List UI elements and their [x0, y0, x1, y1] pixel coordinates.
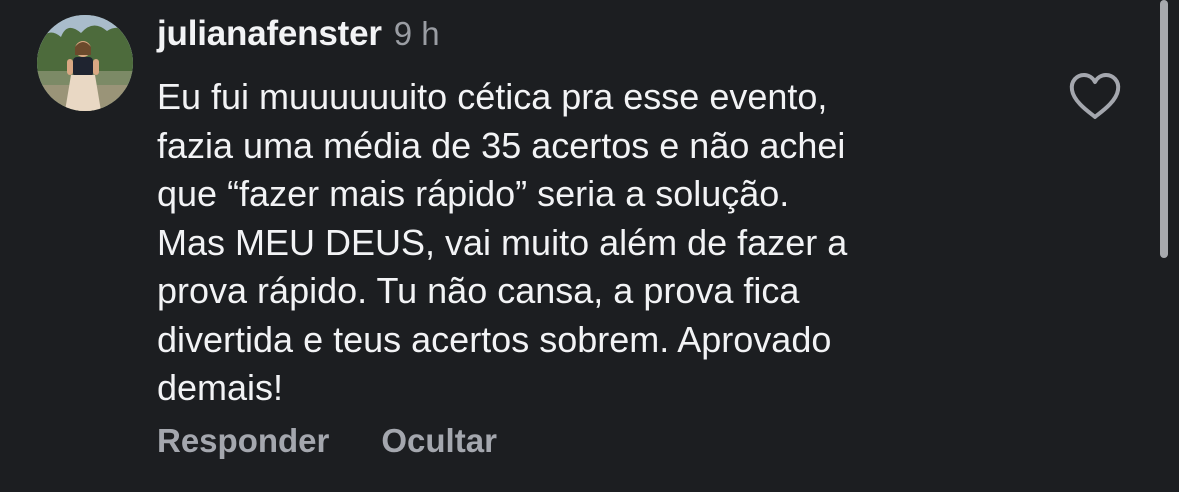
comment-text: Eu fui muuuuuuito cética pra esse evento… [157, 73, 1037, 413]
comment-text-line: divertida e teus acertos sobrem. Aprovad… [157, 318, 832, 360]
reply-button[interactable]: Responder [157, 422, 329, 460]
comment-header: julianafenster 9 h [157, 14, 440, 60]
avatar[interactable] [37, 15, 133, 111]
hide-button[interactable]: Ocultar [381, 422, 497, 460]
timestamp: 9 h [393, 15, 440, 52]
comment-text-line: fazia uma média de 35 acertos e não ache… [157, 124, 846, 166]
scrollbar[interactable] [1160, 0, 1168, 258]
comment-text-line: prova rápido. Tu não cansa, a prova fica [157, 270, 800, 311]
comment-text-line: Eu fui muuuuuuito cética pra esse evento… [157, 76, 828, 117]
comment-text-line: Mas MEU DEUS, vai muito além de fazer a [157, 221, 848, 263]
comment-text-line: demais! [157, 367, 284, 408]
username[interactable]: julianafenster [157, 14, 382, 54]
avatar-photo [37, 15, 133, 111]
comment-actions: Responder Ocultar [157, 422, 497, 460]
heart-outline-icon[interactable] [1068, 72, 1122, 122]
comment-text-line: que “fazer mais rápido” seria a solução. [157, 173, 790, 214]
comment: julianafenster 9 h Eu fui muuuuuuito cét… [0, 0, 1179, 492]
